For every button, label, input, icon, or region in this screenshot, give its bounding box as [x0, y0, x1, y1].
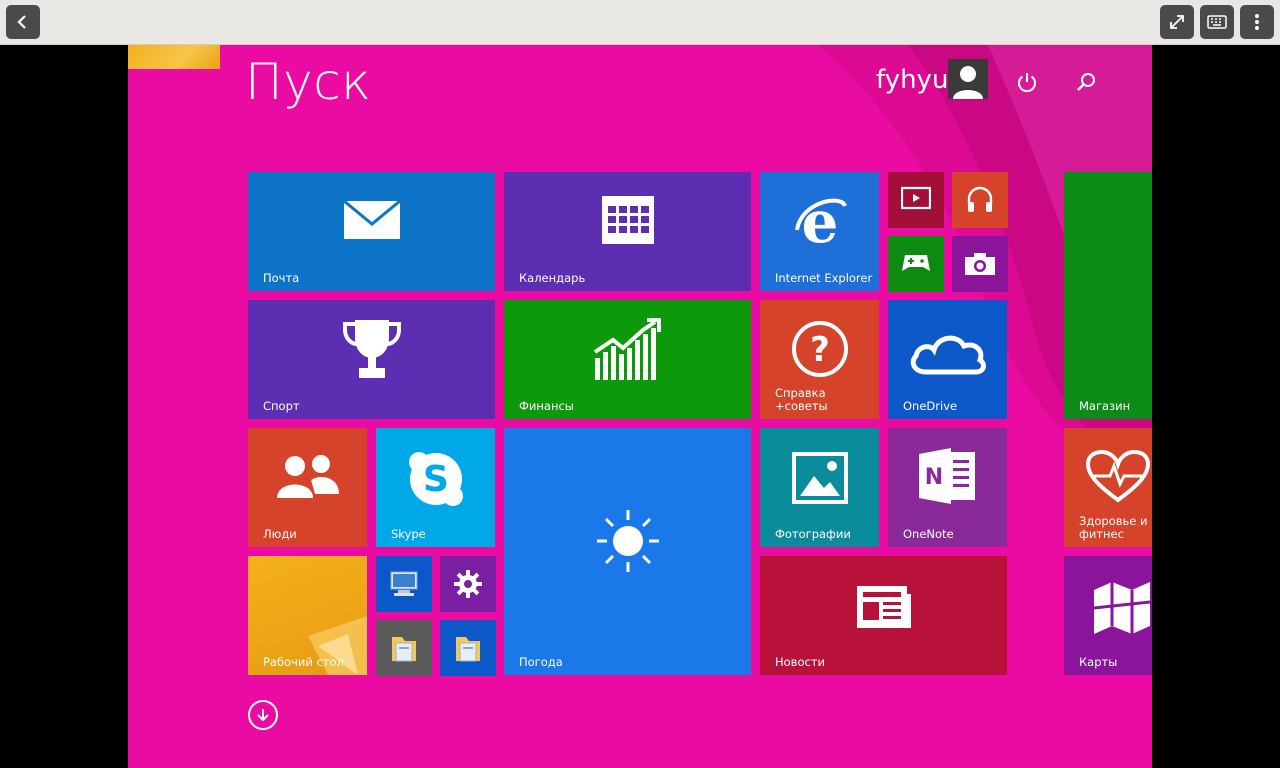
tile-internet-explorer[interactable]: e Internet Explorer [760, 172, 879, 291]
tile-label: Спорт [263, 399, 300, 413]
user-name[interactable]: fyhyu [876, 65, 948, 95]
more-vertical-icon [1255, 14, 1259, 30]
overflow-menu-button[interactable] [1240, 5, 1274, 39]
onenote-icon: N [918, 448, 975, 504]
tile-onenote[interactable]: N OneNote [888, 428, 1007, 547]
people-icon [276, 455, 339, 498]
tile-label: OneDrive [903, 399, 958, 413]
tile-label: Погода [519, 655, 563, 669]
tile-label: Справка +советы [775, 386, 828, 413]
tile-label: Фотографии [775, 527, 851, 541]
finance-chart-icon [593, 318, 661, 380]
gamepad-icon [902, 255, 930, 271]
tile-maps[interactable]: Карты [1064, 556, 1152, 675]
search-button[interactable] [1073, 69, 1099, 95]
all-apps-button[interactable] [248, 700, 278, 730]
tile-computer[interactable] [376, 556, 432, 612]
skype-icon: S [408, 452, 463, 506]
fullscreen-button[interactable] [1160, 5, 1194, 39]
letterbox-right [1152, 45, 1280, 768]
arrow-down-circle-icon [257, 709, 269, 722]
computer-icon [390, 571, 418, 596]
video-icon [901, 186, 931, 210]
letterbox-left [0, 45, 128, 768]
keyboard-icon [1207, 15, 1227, 29]
tile-onedrive[interactable]: OneDrive [888, 300, 1007, 419]
heart-pulse-icon [1086, 450, 1150, 503]
help-icon: ? [791, 321, 848, 377]
power-button[interactable] [1014, 69, 1040, 95]
trophy-icon [342, 320, 401, 378]
chevron-left-icon [17, 15, 26, 29]
tile-label: Новости [775, 655, 825, 669]
tile-video[interactable] [888, 172, 944, 228]
power-icon [1018, 73, 1036, 93]
page-title: Пуск [245, 53, 372, 111]
tile-news[interactable]: Новости [760, 556, 1007, 675]
user-avatar-icon [953, 66, 983, 99]
tile-desktop[interactable]: Рабочий стол [248, 556, 367, 675]
tile-people[interactable]: Люди [248, 428, 367, 547]
calendar-icon [601, 196, 654, 244]
tile-file-explorer-1[interactable] [376, 620, 432, 676]
gear-icon [454, 570, 482, 598]
tile-label: Календарь [519, 271, 586, 285]
start-screen: Пуск fyhyu Почта Календарь e Internet Ex… [128, 45, 1152, 768]
sun-icon [596, 510, 659, 572]
photos-icon [791, 452, 848, 504]
tile-label: Рабочий стол [263, 655, 344, 669]
tile-finance[interactable]: Финансы [504, 300, 751, 419]
tile-label: Финансы [519, 399, 574, 413]
tile-calendar[interactable]: Календарь [504, 172, 751, 291]
tile-label: Карты [1079, 655, 1118, 669]
cloud-icon [910, 335, 986, 375]
tile-label: Магазин [1079, 399, 1131, 413]
tile-label: Internet Explorer [775, 271, 873, 285]
svg-text:N: N [924, 465, 942, 490]
internet-explorer-icon: e [794, 192, 847, 250]
desktop-thumbnail[interactable] [128, 45, 220, 69]
keyboard-button[interactable] [1200, 5, 1234, 39]
remote-toolbar [0, 0, 1280, 45]
tile-help[interactable]: ? Справка +советы [760, 300, 879, 419]
tile-weather[interactable]: Погода [504, 428, 751, 675]
tile-health[interactable]: Здоровье и фитнес [1064, 428, 1152, 547]
tile-file-explorer-2[interactable] [440, 620, 496, 676]
tile-label: Здоровье и фитнес [1079, 514, 1148, 541]
tile-label: OneNote [903, 527, 954, 541]
tile-label: Люди [263, 527, 297, 541]
tile-photos[interactable]: Фотографии [760, 428, 879, 547]
back-button[interactable] [6, 5, 40, 39]
avatar[interactable] [948, 59, 988, 99]
tile-settings[interactable] [440, 556, 496, 612]
tile-label: Skype [391, 527, 426, 541]
tile-games[interactable] [888, 236, 944, 292]
tile-label: Почта [263, 271, 300, 285]
tile-skype[interactable]: S Skype [376, 428, 495, 547]
folder-icon [392, 637, 416, 662]
tile-camera[interactable] [952, 236, 1008, 292]
camera-icon [965, 253, 995, 275]
folder-icon [456, 637, 480, 662]
search-icon [1077, 73, 1095, 91]
news-icon [856, 586, 911, 628]
tile-music[interactable] [952, 172, 1008, 228]
tile-sport[interactable]: Спорт [248, 300, 495, 419]
headphones-icon [967, 186, 993, 212]
tile-store[interactable]: Магазин [1064, 172, 1152, 419]
svg-text:?: ? [810, 330, 830, 370]
expand-icon [1170, 15, 1184, 29]
svg-text:S: S [423, 459, 449, 500]
mail-icon [342, 200, 401, 239]
map-icon [1093, 582, 1151, 634]
tile-mail[interactable]: Почта [248, 172, 495, 291]
